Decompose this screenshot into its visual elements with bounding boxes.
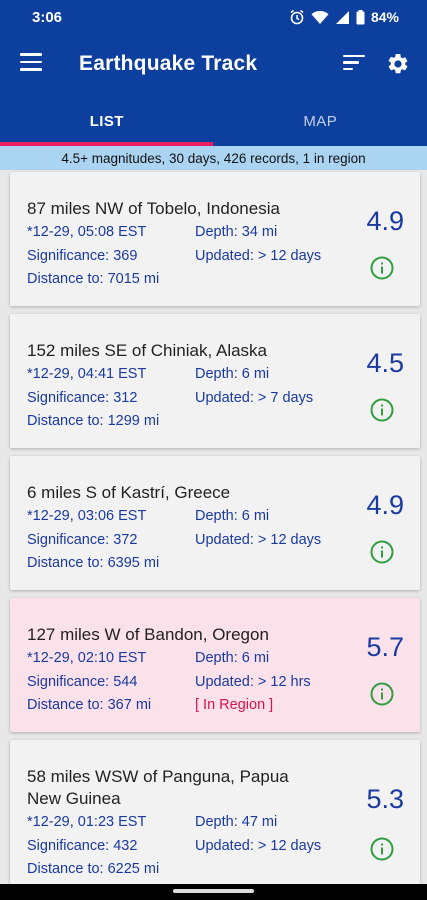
tab-list[interactable]: LIST [0, 96, 214, 146]
quake-time: *12-29, 03:06 EST [27, 508, 147, 524]
quake-place: 152 miles SE of Chiniak, Alaska [27, 341, 268, 360]
battery-icon [356, 9, 365, 24]
quake-distance: Distance to: 6225 mi [27, 861, 160, 877]
tab-bar: LIST MAP [0, 96, 427, 146]
quake-significance: Significance: 372 [27, 532, 138, 548]
info-icon[interactable] [370, 398, 394, 422]
tab-map[interactable]: MAP [214, 96, 427, 146]
quake-updated: Updated: > 7 days [195, 390, 314, 406]
quake-time: *12-29, 01:23 EST [27, 814, 147, 830]
gear-icon[interactable] [386, 52, 410, 76]
quake-updated: Updated: > 12 days [195, 838, 322, 854]
quake-magnitude: 4.9 [366, 206, 404, 236]
quake-distance: Distance to: 6395 mi [27, 555, 160, 571]
quake-significance: Significance: 369 [27, 248, 138, 264]
wifi-icon [311, 10, 329, 24]
quake-updated: Updated: > 12 days [195, 532, 322, 548]
quake-card-in-region[interactable]: 127 miles W of Bandon, Oregon *12-29, 02… [10, 598, 420, 732]
app-bar: Earthquake Track [0, 34, 427, 96]
quake-place: 127 miles W of Bandon, Oregon [27, 625, 269, 644]
quake-card[interactable]: 152 miles SE of Chiniak, Alaska *12-29, … [10, 314, 420, 448]
info-icon[interactable] [370, 682, 394, 706]
quake-distance: Distance to: 1299 mi [27, 413, 160, 429]
home-gesture-handle[interactable] [173, 889, 254, 893]
quake-depth: Depth: 6 mi [195, 650, 270, 666]
signal-icon [335, 10, 349, 24]
quake-distance: Distance to: 367 mi [27, 697, 152, 713]
menu-icon[interactable] [20, 53, 42, 73]
alarm-icon [290, 9, 304, 25]
quake-updated: Updated: > 12 hrs [195, 674, 311, 690]
quake-updated: Updated: > 12 days [195, 248, 322, 264]
quake-depth: Depth: 47 mi [195, 814, 278, 830]
info-icon[interactable] [370, 837, 394, 861]
info-icon[interactable] [370, 540, 394, 564]
summary-banner: 4.5+ magnitudes, 30 days, 426 records, 1… [0, 146, 427, 170]
quake-time: *12-29, 02:10 EST [27, 650, 147, 666]
quake-significance: Significance: 312 [27, 390, 138, 406]
quake-distance: Distance to: 7015 mi [27, 271, 160, 287]
quake-magnitude: 4.9 [366, 490, 404, 520]
app-title: Earthquake Track [79, 52, 258, 75]
quake-magnitude: 5.7 [366, 632, 404, 662]
quake-significance: Significance: 432 [27, 838, 138, 854]
quake-place: 6 miles S of Kastrí, Greece [27, 483, 231, 502]
status-time: 3:06 [32, 8, 63, 26]
quake-place: 58 miles WSW of Panguna, Papua New Guine… [27, 767, 289, 808]
quake-card[interactable]: 58 miles WSW of Panguna, Papua New Guine… [10, 740, 420, 890]
system-nav-bar [0, 884, 427, 900]
in-region-badge: [ In Region ] [195, 697, 274, 713]
quake-place: 87 miles NW of Tobelo, Indonesia [27, 199, 280, 218]
quake-time: *12-29, 05:08 EST [27, 224, 147, 240]
battery-percent: 84% [370, 9, 399, 25]
sort-icon[interactable] [343, 55, 365, 73]
quake-depth: Depth: 6 mi [195, 508, 270, 524]
quake-time: *12-29, 04:41 EST [27, 366, 147, 382]
quake-depth: Depth: 6 mi [195, 366, 270, 382]
info-icon[interactable] [370, 256, 394, 280]
quake-card[interactable]: 87 miles NW of Tobelo, Indonesia *12-29,… [10, 172, 420, 306]
quake-depth: Depth: 34 mi [195, 224, 278, 240]
status-bar: 3:06 84% [0, 0, 427, 34]
status-icons: 84% [289, 9, 399, 25]
quake-card[interactable]: 6 miles S of Kastrí, Greece *12-29, 03:0… [10, 456, 420, 590]
quake-significance: Significance: 544 [27, 674, 138, 690]
quake-magnitude: 5.3 [366, 784, 404, 814]
quake-magnitude: 4.5 [366, 348, 404, 378]
